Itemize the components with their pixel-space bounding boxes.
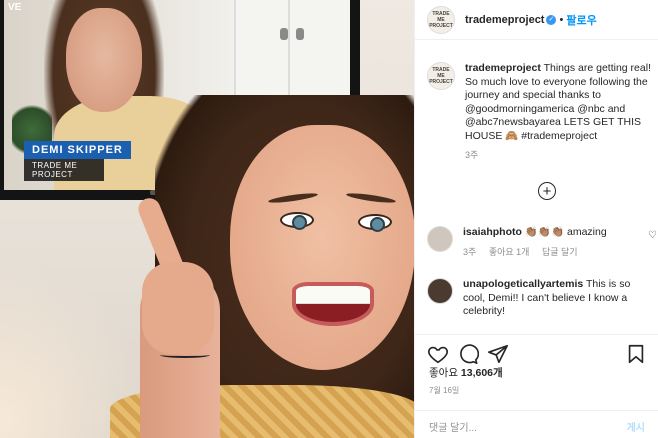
like-heart-icon[interactable]: [427, 343, 449, 365]
post-header: TRADE ME PROJECT trademeproject ✓ • 팔로우: [415, 0, 658, 40]
comment-likes[interactable]: 좋아요 1개: [489, 247, 530, 257]
comment-like-heart-icon[interactable]: ♡: [648, 230, 657, 241]
author-avatar[interactable]: TRADE ME PROJECT: [427, 5, 455, 34]
add-comment-field[interactable]: 댓글 달기... 게시: [415, 410, 658, 438]
person-hand: [142, 262, 214, 354]
caption-timestamp[interactable]: 3주: [465, 149, 658, 163]
smiling-mouth: [292, 282, 374, 326]
bracelet: [160, 352, 210, 358]
commenter-username[interactable]: isaiahphoto: [463, 226, 522, 238]
post-caption: TRADE ME PROJECT trademeproject Things a…: [427, 62, 658, 163]
post-comment-button[interactable]: 게시: [627, 419, 645, 434]
author-username[interactable]: trademeproject: [465, 14, 544, 26]
share-paper-plane-icon[interactable]: [487, 343, 509, 365]
follow-button[interactable]: 팔로우: [566, 12, 596, 28]
tv-subtitle-label: TRADE ME PROJECT: [24, 159, 104, 181]
comment-bubble-icon[interactable]: [457, 343, 479, 365]
bookmark-icon[interactable]: [625, 343, 647, 365]
post-photo[interactable]: VE DEMI SKIPPER TRADE ME PROJECT: [0, 0, 414, 438]
left-eye: [280, 212, 314, 230]
comment-placeholder[interactable]: 댓글 달기...: [429, 423, 477, 434]
commenter-username[interactable]: unapologeticallyartemis: [463, 278, 583, 290]
comment-time[interactable]: 3주: [463, 247, 476, 257]
verified-badge-icon: ✓: [546, 14, 557, 25]
tv-person-face: [66, 8, 142, 112]
caption-username[interactable]: trademeproject: [465, 62, 541, 74]
load-more-comments-icon[interactable]: +: [538, 182, 556, 200]
caption-avatar[interactable]: TRADE ME PROJECT: [427, 62, 455, 90]
post-date: 7월 16일: [429, 386, 460, 395]
comment-meta: 3주 좋아요 1개 답글 달기: [463, 246, 641, 260]
commenter-avatar[interactable]: [427, 278, 453, 304]
separator-dot: •: [559, 13, 564, 26]
comment-item: isaiahphoto 👏🏽👏🏽👏🏽 amazing 3주 좋아요 1개 답글 …: [427, 226, 658, 259]
person-face: [230, 125, 414, 370]
post-sidebar: TRADE ME PROJECT trademeproject ✓ • 팔로우 …: [414, 0, 658, 438]
comment-text: 👏🏽👏🏽👏🏽 amazing: [524, 226, 607, 238]
tv-name-label: DEMI SKIPPER: [24, 141, 131, 159]
right-eye: [358, 214, 392, 232]
comment-item: unapologeticallyartemis This is so cool,…: [427, 278, 658, 319]
tv-live-badge: VE: [8, 2, 22, 13]
reply-button[interactable]: 답글 달기: [542, 247, 578, 257]
likes-count[interactable]: 좋아요 13,606개: [429, 365, 503, 380]
commenter-avatar[interactable]: [427, 226, 453, 252]
tv-lower-third: DEMI SKIPPER TRADE ME PROJECT: [24, 140, 131, 181]
